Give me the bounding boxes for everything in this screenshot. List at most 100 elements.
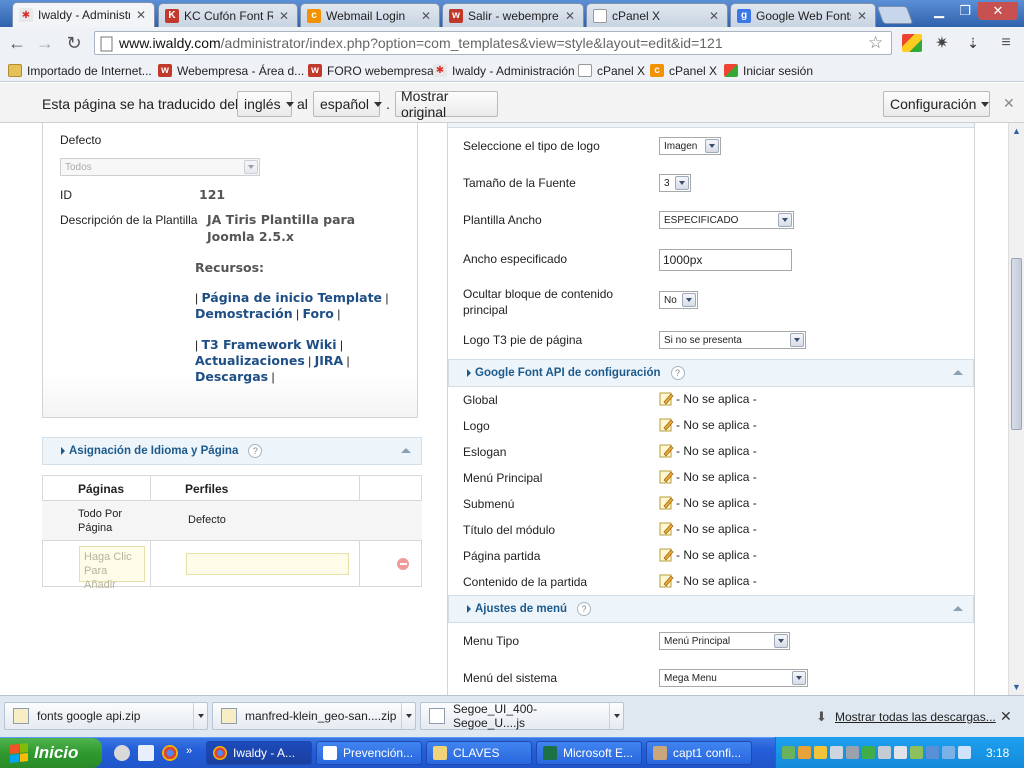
close-icon[interactable]: ✕ [1000,708,1012,725]
add-page-field[interactable]: Haga Clic Para Añadir [79,546,145,591]
google-row-value[interactable]: - No se aplica - [659,522,757,536]
taskbar-item[interactable]: CLAVES [426,741,532,765]
tab-salir[interactable]: w Salir - webempresa ✕ [442,3,584,27]
close-icon[interactable]: ✕ [419,9,433,23]
collapse-icon[interactable] [953,370,963,375]
google-font-api-header[interactable]: Google Font API de configuración ? [448,359,974,387]
download-arrows-icon[interactable]: ⇣ [963,34,983,52]
show-all-downloads-link[interactable]: Mostrar todas las descargas... [835,710,996,724]
tray-icon[interactable] [782,746,795,759]
minimize-icon[interactable]: ▁ [926,2,952,20]
tab-cpanel[interactable]: cPanel X ✕ [586,3,728,27]
google-row-value[interactable]: - No se aplica - [659,444,757,458]
google-row-value[interactable]: - No se aplica - [659,392,757,406]
bookmark-item[interactable]: ✱ Iwaldy - Administración [433,63,575,78]
tray-icon[interactable] [814,746,827,759]
tray-icon[interactable] [798,746,811,759]
quicklaunch-more-icon[interactable]: » [186,745,198,761]
page-scrollbar[interactable]: ▲ ▼ [1008,123,1024,695]
bookmark-star-icon[interactable]: ☆ [868,33,883,53]
wrench-icon[interactable]: ≡ [996,34,1016,52]
scrollbar-thumb[interactable] [1011,258,1022,430]
tray-icon[interactable] [846,746,859,759]
tray-icon[interactable] [926,746,939,759]
back-icon[interactable]: ← [6,33,28,53]
t3-footer-logo-select[interactable]: Si no se presenta [659,331,806,349]
tray-icon[interactable] [862,746,875,759]
bookmark-item[interactable]: w Webempresa - Área d... [158,63,304,78]
collapse-icon[interactable] [953,606,963,611]
source-language-select[interactable]: inglés [237,91,294,117]
menu-type-select[interactable]: Menú Principal [659,632,790,650]
taskbar-item[interactable]: Iwaldy - A... [206,741,312,765]
bookmark-item[interactable]: c cPanel X [650,63,717,78]
close-icon[interactable]: ✕ [134,8,148,22]
help-icon[interactable]: ? [248,444,263,458]
google-row-value[interactable]: - No se aplica - [659,418,757,432]
template-width-select[interactable]: ESPECIFICADO [659,211,794,229]
restore-icon[interactable]: ❐ [952,2,978,20]
bug-icon[interactable]: ✷ [932,34,952,52]
target-language-select[interactable]: español [313,91,383,117]
link-template-home[interactable]: Página de inicio Template [201,290,382,305]
volume-icon[interactable] [958,746,971,759]
menu-settings-header[interactable]: Ajustes de menú ? [448,595,974,623]
reload-icon[interactable]: ↻ [63,33,85,53]
logo-type-select[interactable]: Imagen [659,137,721,155]
tray-icon[interactable] [910,746,923,759]
close-icon[interactable]: ✕ [277,9,291,23]
tab-kc-cufon[interactable]: K KC Cufón Font Rep ✕ [158,3,298,27]
download-item[interactable]: fonts google api.zip [4,702,208,730]
link-updates[interactable]: Actualizaciones [195,353,305,368]
tray-icon[interactable] [830,746,843,759]
forward-icon[interactable]: → [34,33,56,53]
link-forum[interactable]: Foro [302,306,333,321]
bookmark-item[interactable]: w FORO webempresa [308,63,434,78]
link-jira[interactable]: JIRA [315,353,344,368]
new-tab-button[interactable] [876,6,914,24]
tab-webmail[interactable]: c Webmail Login ✕ [300,3,440,27]
bookmark-item[interactable]: Iniciar sesión [724,63,813,78]
extension-icon[interactable] [902,34,922,52]
close-icon[interactable]: ✕ [1003,95,1015,112]
show-original-button[interactable]: Mostrar original [395,88,498,120]
google-row-value[interactable]: - No se aplica - [659,496,757,510]
tray-icon[interactable] [894,746,907,759]
close-window-icon[interactable]: ✕ [978,2,1018,20]
translate-settings-button[interactable]: Configuración [883,91,990,117]
collapse-icon[interactable] [401,448,411,453]
taskbar-item[interactable]: Prevención... [316,741,422,765]
hide-main-content-select[interactable]: No [659,291,698,309]
close-icon[interactable]: ✕ [855,9,869,23]
google-row-value[interactable]: - No se aplica - [659,548,757,562]
close-icon[interactable]: ✕ [563,9,577,23]
link-demo[interactable]: Demostración [195,306,293,321]
font-size-select[interactable]: 3 [659,174,691,192]
google-row-value[interactable]: - No se aplica - [659,574,757,588]
add-profile-field[interactable] [186,553,349,575]
defecto-select[interactable]: Todos [60,158,260,176]
address-bar[interactable]: www.iwaldy.com/administrator/index.php?o… [94,31,892,55]
help-icon[interactable]: ? [670,366,685,380]
bookmark-item[interactable]: Importado de Internet... [8,63,152,78]
tray-icon[interactable] [878,746,891,759]
chevron-down-icon[interactable] [193,703,207,729]
tab-google-fonts[interactable]: g Google Web Fonts ✕ [730,3,876,27]
chrome-icon[interactable] [162,745,178,761]
taskbar-item[interactable]: capt1 confi... [646,741,752,765]
tray-icon[interactable] [942,746,955,759]
bookmark-item[interactable]: cPanel X [578,63,645,78]
google-row-value[interactable]: - No se aplica - [659,470,757,484]
quicklaunch-icon[interactable] [138,745,154,761]
taskbar-item[interactable]: Microsoft E... [536,741,642,765]
close-icon[interactable]: ✕ [707,9,721,23]
scroll-up-icon[interactable]: ▲ [1011,125,1022,137]
download-item[interactable]: manfred-klein_geo-san....zip [212,702,416,730]
link-downloads[interactable]: Descargas [195,369,268,384]
scroll-down-icon[interactable]: ▼ [1011,681,1022,693]
start-button[interactable]: Inicio [0,738,102,768]
link-t3-wiki[interactable]: T3 Framework Wiki [201,337,336,352]
download-item[interactable]: Segoe_UI_400-Segoe_U....js [420,702,624,730]
language-page-assignment-header[interactable]: Asignación de Idioma y Página ? [42,437,422,465]
help-icon[interactable]: ? [577,602,592,616]
